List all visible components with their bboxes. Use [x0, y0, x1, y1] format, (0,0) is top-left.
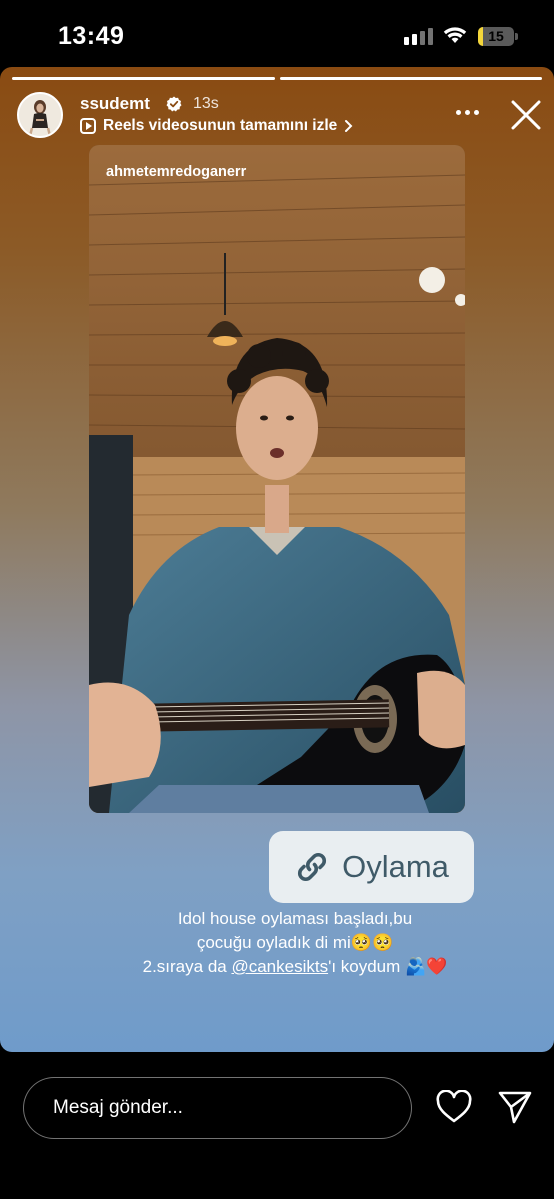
progress-segment	[12, 77, 275, 80]
link-icon	[298, 853, 327, 881]
story-caption: Idol house oylaması başladı,bu çocuğu oy…	[100, 907, 490, 979]
progress-segment	[279, 77, 542, 80]
signal-icon	[404, 28, 433, 45]
mention-link[interactable]: @cankesikts	[231, 957, 328, 976]
send-icon[interactable]	[497, 1089, 533, 1125]
caption-line-3-suffix: 'ı koydum 🫂❤️	[328, 957, 448, 976]
message-input[interactable]: Mesaj gönder...	[23, 1077, 412, 1139]
caption-line-3-prefix: 2.sıraya da	[142, 957, 232, 976]
status-bar: 13:49 15	[0, 0, 554, 70]
reels-icon	[80, 118, 96, 134]
story-progress	[12, 77, 542, 80]
heart-icon[interactable]	[436, 1090, 472, 1124]
more-icon[interactable]	[456, 110, 479, 115]
battery-cap	[515, 33, 518, 40]
caption-line-3: 2.sıraya da @cankesikts'ı koydum 🫂❤️	[100, 955, 490, 979]
reel-author[interactable]: ahmetemredoganerr	[106, 164, 246, 180]
progress-segment-fill	[12, 77, 275, 80]
reel-preview[interactable]: ahmetemredoganerr	[89, 145, 465, 813]
link-sticker[interactable]: Oylama	[269, 831, 474, 903]
close-icon[interactable]	[510, 99, 542, 131]
story-time-ago: 13s	[193, 95, 219, 112]
caption-line-2: çocuğu oyladık di mi🥺🥺	[196, 933, 394, 952]
verified-icon	[166, 96, 182, 112]
progress-segment-fill	[279, 77, 542, 80]
battery-level: 15	[488, 28, 504, 44]
status-time: 13:49	[58, 22, 125, 50]
avatar[interactable]	[17, 92, 63, 138]
username[interactable]: ssudemt	[80, 94, 150, 114]
wifi-icon	[443, 27, 467, 43]
reels-link[interactable]: Reels videosunun tamamını izle	[80, 117, 353, 135]
reel-thumbnail	[89, 145, 465, 813]
battery-icon: 15	[478, 27, 514, 46]
story-card[interactable]: ssudemt 13s Reels videosunun tamamını iz…	[0, 67, 554, 1052]
chevron-right-icon	[345, 120, 353, 132]
reels-link-label: Reels videosunun tamamını izle	[103, 117, 338, 134]
link-sticker-label: Oylama	[342, 849, 449, 884]
caption-line-1: Idol house oylaması başladı,bu	[177, 909, 413, 928]
